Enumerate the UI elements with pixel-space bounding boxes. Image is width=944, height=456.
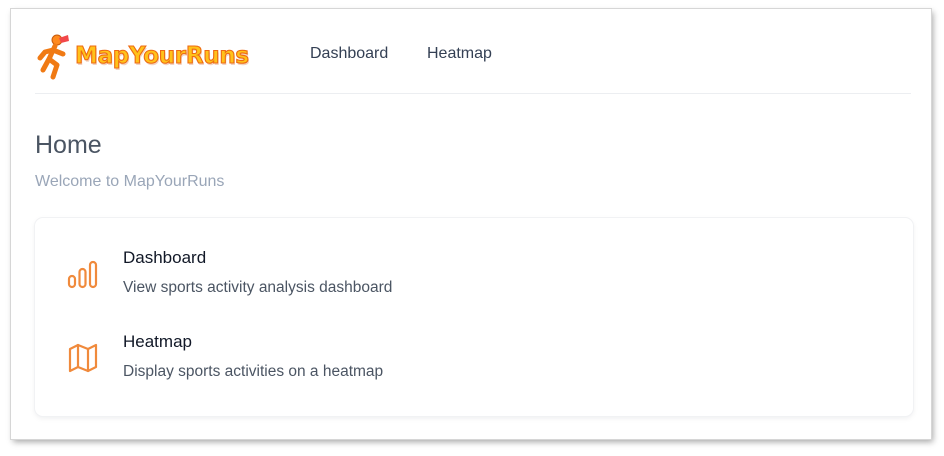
bar-chart-icon (67, 260, 98, 289)
top-navigation: MapYourRuns Dashboard Heatmap (35, 23, 911, 94)
menu-item-description: View sports activity analysis dashboard (123, 279, 393, 296)
page-subtitle: Welcome to MapYourRuns (35, 173, 225, 190)
map-icon (68, 343, 98, 373)
app-logo[interactable]: MapYourRuns (35, 31, 250, 81)
menu-item-description: Display sports activities on a heatmap (123, 363, 384, 380)
runner-icon (37, 34, 69, 80)
nav-link-dashboard[interactable]: Dashboard (310, 45, 388, 63)
menu-item-dashboard[interactable]: Dashboard View sports activity analysis … (35, 240, 913, 320)
app-window: MapYourRuns Dashboard Heatmap Home Welco… (11, 9, 931, 439)
menu-card: Dashboard View sports activity analysis … (35, 218, 913, 416)
nav-link-heatmap[interactable]: Heatmap (427, 45, 492, 63)
menu-item-title: Dashboard (123, 248, 207, 267)
menu-item-heatmap[interactable]: Heatmap Display sports activities on a h… (35, 324, 913, 404)
menu-item-title: Heatmap (123, 332, 192, 351)
app-name: MapYourRuns (74, 42, 249, 69)
page-title: Home (35, 131, 102, 159)
